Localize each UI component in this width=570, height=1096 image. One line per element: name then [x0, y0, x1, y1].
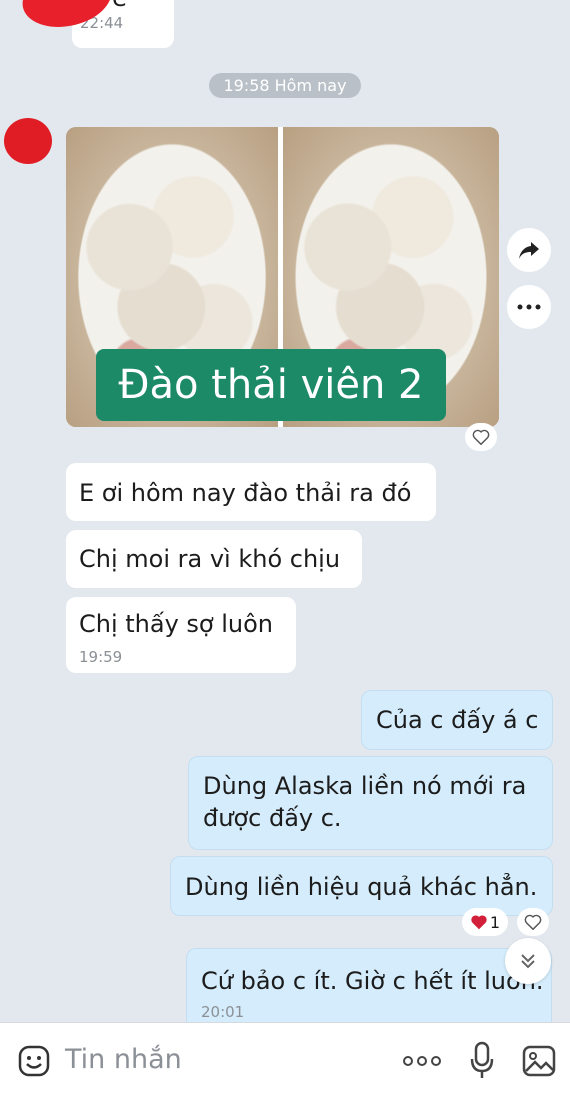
chevron-double-down-icon: [521, 954, 535, 969]
message-text: Cứ bảo c ít. Giờ c hết ít luôn.: [201, 967, 544, 995]
composer-bar: Tin nhắn: [0, 1022, 570, 1096]
react-button[interactable]: [517, 908, 549, 936]
image-message[interactable]: Đào thải viên 2: [66, 127, 499, 427]
heart-filled-icon: [471, 915, 487, 930]
share-arrow-icon: [519, 242, 539, 259]
image-icon: [522, 1045, 556, 1077]
message-text: E ơi hôm nay đào thải ra đó: [79, 479, 412, 507]
more-options-button[interactable]: [507, 285, 551, 329]
microphone-icon: [470, 1041, 494, 1078]
avatar[interactable]: [4, 118, 52, 164]
image-caption-text: Đào thải viên 2: [118, 362, 424, 408]
heart-outline-icon: [472, 429, 490, 445]
message-text: Dùng liền hiệu quả khác hẳn.: [185, 873, 538, 901]
message-bubble-outgoing[interactable]: Dùng liền hiệu quả khác hẳn.: [170, 856, 553, 916]
react-button[interactable]: [465, 423, 497, 451]
heart-outline-icon: [524, 914, 542, 930]
share-button[interactable]: [507, 228, 551, 272]
message-text: Chị thấy sợ luôn: [79, 610, 274, 638]
image-caption: Đào thải viên 2: [96, 349, 446, 421]
message-time: 20:01: [201, 1003, 245, 1021]
message-bubble[interactable]: E ơi hôm nay đào thải ra đó: [66, 463, 436, 521]
message-text: Của c đấy á c: [376, 706, 539, 734]
message-text: Dùng Alaska liền nó mới ra được đấy c.: [203, 772, 527, 832]
voice-button[interactable]: [470, 1041, 494, 1081]
image-picker-button[interactable]: [522, 1045, 556, 1077]
message-bubble[interactable]: Chị moi ra vì khó chịu: [66, 530, 362, 588]
reaction-count: 1: [489, 912, 501, 932]
message-bubble-outgoing[interactable]: Dùng Alaska liền nó mới ra được đấy c.: [188, 756, 553, 850]
more-actions-button[interactable]: [402, 1053, 442, 1069]
emoji-icon: [18, 1045, 50, 1077]
message-bubble-outgoing[interactable]: Của c đấy á c: [361, 690, 553, 750]
more-dots-icon: [517, 304, 541, 310]
date-separator: 19:58 Hôm nay: [209, 73, 361, 98]
emoji-button[interactable]: [18, 1045, 50, 1077]
message-bubble[interactable]: Chị thấy sợ luôn 19:59: [66, 597, 296, 673]
reaction-badge[interactable]: 1: [462, 908, 508, 936]
dots-icon: [403, 1056, 441, 1066]
message-input[interactable]: Tin nhắn: [65, 1043, 182, 1077]
message-time: 19:59: [79, 648, 123, 666]
scroll-to-bottom-button[interactable]: [505, 938, 551, 984]
message-text: Chị moi ra vì khó chịu: [79, 545, 341, 573]
